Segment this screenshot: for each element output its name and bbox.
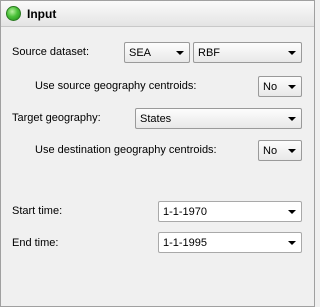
use-destination-centroids-value: No — [263, 145, 278, 157]
target-geography-label: Target geography: — [12, 112, 101, 124]
source-method-select[interactable]: RBF — [193, 42, 302, 63]
chevron-down-icon — [288, 51, 296, 55]
use-destination-centroids-label: Use destination geography centroids: — [35, 144, 217, 156]
chevron-down-icon — [288, 210, 296, 214]
target-geography-select[interactable]: States — [135, 108, 302, 129]
chevron-down-icon — [288, 241, 296, 245]
chevron-down-icon — [288, 117, 296, 121]
input-panel: Input Source dataset: SEA RBF Use source… — [0, 0, 315, 307]
start-time-picker[interactable]: 1-1-1970 — [158, 201, 302, 222]
end-time-value: 1-1-1995 — [163, 237, 208, 249]
chevron-down-icon — [288, 149, 296, 153]
target-geography-value: States — [140, 113, 172, 125]
use-source-centroids-value: No — [263, 81, 278, 93]
start-time-label: Start time: — [12, 205, 63, 217]
chevron-down-icon — [176, 51, 184, 55]
chevron-down-icon — [288, 85, 296, 89]
panel-header: Input — [1, 1, 314, 27]
use-source-centroids-select[interactable]: No — [258, 76, 302, 97]
use-source-centroids-label: Use source geography centroids: — [35, 80, 197, 92]
end-time-label: End time: — [12, 237, 59, 249]
source-dataset-select[interactable]: SEA — [124, 42, 190, 63]
start-time-value: 1-1-1970 — [163, 206, 208, 218]
use-destination-centroids-select[interactable]: No — [258, 140, 302, 161]
status-indicator-icon — [6, 6, 21, 21]
panel-title: Input — [27, 7, 57, 21]
end-time-picker[interactable]: 1-1-1995 — [158, 232, 302, 253]
source-method-value: RBF — [198, 47, 220, 59]
source-dataset-value: SEA — [129, 47, 152, 59]
source-dataset-label: Source dataset: — [12, 46, 90, 58]
